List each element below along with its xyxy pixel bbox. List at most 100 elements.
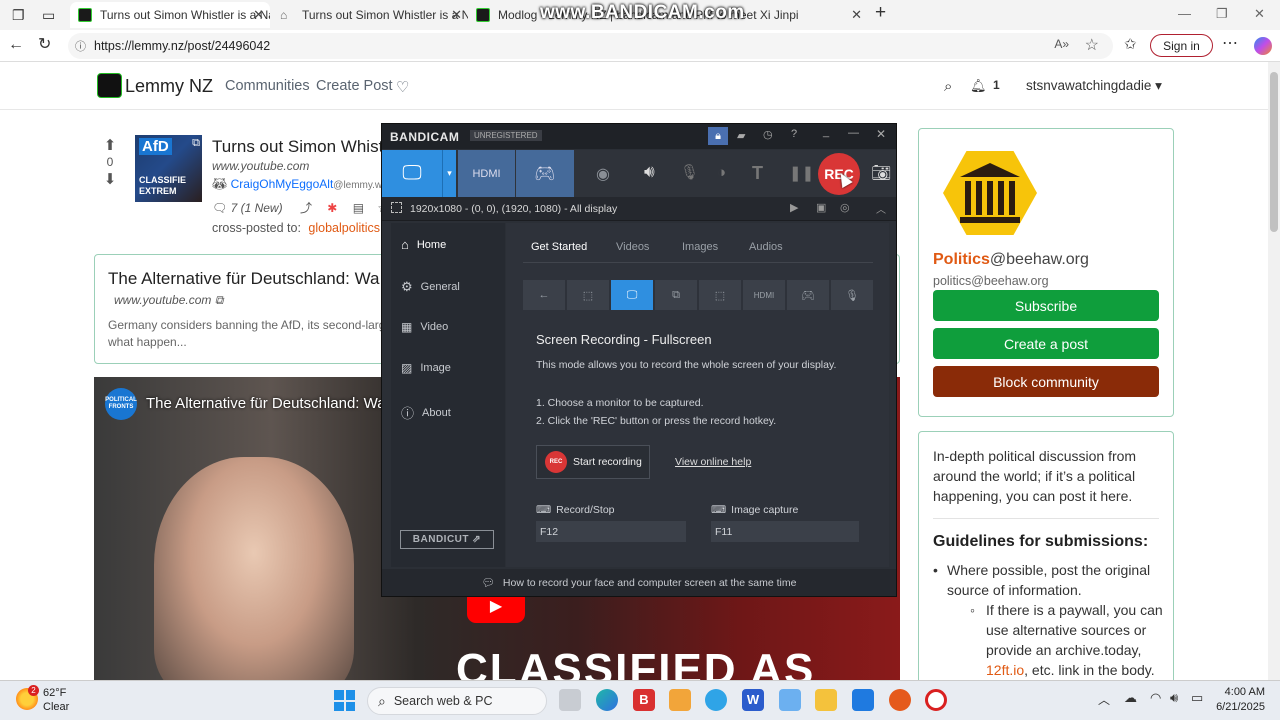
notification-bell-icon[interactable]: 🔔︎ bbox=[970, 78, 987, 94]
weather-temp[interactable]: 62°F bbox=[43, 687, 66, 699]
back-arrow-icon[interactable]: ← bbox=[523, 280, 565, 310]
menu-video[interactable]: ▦ Video bbox=[401, 320, 448, 334]
embed-title[interactable]: The Alternative für Deutschland: Wa bbox=[108, 269, 380, 289]
browser-tab-1[interactable]: Turns out Simon Whistler is a Naz ✕ bbox=[70, 2, 270, 28]
bandicam-titlebar[interactable]: BANDICAM UNREGISTERED 🔒︎ ▰ ◷ ? _ — ✕ bbox=[382, 124, 896, 149]
speaker-icon[interactable]: 🔊︎ bbox=[644, 162, 655, 182]
tab-images[interactable]: Images bbox=[682, 241, 718, 253]
minimize-icon[interactable]: — bbox=[1178, 6, 1191, 22]
lock-icon[interactable]: 🔒︎ bbox=[708, 127, 728, 145]
menu-home[interactable]: ⌂ Home bbox=[401, 237, 446, 252]
source-icon[interactable]: ▤ bbox=[353, 201, 364, 215]
globe-app-icon[interactable] bbox=[705, 689, 727, 711]
post-domain[interactable]: www.youtube.com bbox=[212, 159, 309, 173]
nav-create-post[interactable]: Create Post bbox=[316, 78, 393, 94]
task-view-icon[interactable] bbox=[559, 689, 581, 711]
close-icon[interactable]: ✕ bbox=[253, 7, 264, 23]
document-app-icon[interactable] bbox=[852, 689, 874, 711]
url-field[interactable]: ⓘ https://lemmy.nz/post/24496042 A» ☆ bbox=[68, 33, 1113, 59]
audio-icon[interactable]: ◎ bbox=[840, 201, 850, 214]
record-stop-hotkey[interactable]: F12 bbox=[536, 521, 686, 542]
downvote-icon[interactable]: ⬇︎ bbox=[100, 170, 120, 188]
pause-icon[interactable]: ❚❚ bbox=[789, 164, 814, 182]
site-name[interactable]: Lemmy NZ bbox=[125, 76, 213, 97]
refresh-icon[interactable]: ↻ bbox=[38, 37, 51, 53]
search-icon[interactable]: ⌕ bbox=[944, 78, 952, 95]
audio-only-icon[interactable]: 🎙︎ bbox=[831, 280, 873, 310]
close-icon[interactable]: ✕ bbox=[851, 7, 862, 23]
notes-app-icon[interactable] bbox=[669, 689, 691, 711]
collapse-chevron-icon[interactable]: ︿ bbox=[876, 201, 886, 216]
share-icon[interactable]: ⤴ bbox=[300, 201, 312, 215]
hdmi-mode-icon[interactable]: HDMI bbox=[458, 150, 515, 197]
sign-in-button[interactable]: Sign in bbox=[1150, 34, 1213, 57]
channel-avatar[interactable]: POLITICAL FRONTS bbox=[105, 388, 137, 420]
fediverse-icon[interactable]: ✱ bbox=[327, 201, 337, 215]
webcam-icon[interactable]: ◉ bbox=[596, 164, 610, 184]
fullscreen-mode-icon[interactable]: 🖵︎ bbox=[611, 280, 653, 310]
video-title[interactable]: The Alternative für Deutschland: Wa bbox=[146, 395, 386, 412]
recording-app-icon[interactable] bbox=[925, 689, 947, 711]
favorite-star-icon[interactable]: ☆ bbox=[1085, 35, 1099, 55]
notepad-app-icon[interactable] bbox=[779, 689, 801, 711]
read-aloud-icon[interactable]: A» bbox=[1054, 37, 1069, 51]
region-select-icon[interactable] bbox=[391, 202, 402, 213]
tray-chevron-icon[interactable]: ︿ bbox=[1098, 691, 1110, 708]
nav-communities[interactable]: Communities bbox=[225, 78, 310, 94]
gamepad-icon[interactable]: 🎮︎ bbox=[787, 280, 829, 310]
lemmy-logo-icon[interactable] bbox=[97, 73, 122, 98]
close-window-icon[interactable]: ✕ bbox=[1254, 6, 1265, 22]
more-menu-icon[interactable]: ⋯ bbox=[1222, 36, 1238, 52]
microphone-icon[interactable]: 🎙︎ bbox=[680, 163, 699, 181]
create-post-button[interactable]: Create a post bbox=[933, 328, 1159, 359]
tab-videos[interactable]: Videos bbox=[616, 241, 649, 253]
clock-date[interactable]: 6/21/2025 bbox=[1212, 701, 1265, 713]
close-icon[interactable]: ✕ bbox=[876, 127, 886, 141]
rect-region-icon[interactable]: ⬚ bbox=[567, 280, 609, 310]
minimize-icon[interactable]: — bbox=[848, 127, 859, 139]
scrollbar-thumb[interactable] bbox=[1270, 72, 1278, 232]
clock-icon[interactable]: ◷ bbox=[763, 128, 773, 141]
help-icon[interactable]: ? bbox=[791, 128, 797, 140]
taskbar-search[interactable]: ⌕ Search web & PC bbox=[367, 687, 547, 715]
guideline-link[interactable]: 12ft.io bbox=[986, 662, 1024, 678]
page-scrollbar[interactable] bbox=[1268, 62, 1280, 680]
hdmi-icon[interactable]: HDMI bbox=[743, 280, 785, 310]
block-community-button[interactable]: Block community bbox=[933, 366, 1159, 397]
donate-heart-icon[interactable]: ♡ bbox=[396, 78, 409, 96]
collapse-icon[interactable]: _ bbox=[823, 126, 829, 138]
folder-icon[interactable]: ▰ bbox=[737, 129, 745, 142]
view-online-help-link[interactable]: View online help bbox=[675, 456, 751, 468]
menu-image[interactable]: ▨ Image bbox=[401, 361, 451, 375]
camera-capture-icon[interactable]: 📷︎ bbox=[871, 163, 891, 183]
user-menu[interactable]: stsnvawatchingdadie ▾ bbox=[1026, 78, 1162, 94]
upvote-icon[interactable]: ⬆︎ bbox=[100, 136, 120, 154]
word-app-icon[interactable]: W bbox=[742, 689, 764, 711]
site-info-icon[interactable]: ⓘ bbox=[75, 38, 86, 54]
comments-icon[interactable]: 🗨︎ bbox=[212, 201, 227, 215]
image-capture-hotkey[interactable]: F11 bbox=[711, 521, 859, 542]
weather-condition[interactable]: Clear bbox=[43, 701, 69, 713]
mic-mute-icon[interactable]: ◑ bbox=[717, 164, 726, 181]
battery-icon[interactable]: ▭ bbox=[1191, 690, 1203, 706]
clock-time[interactable]: 4:00 AM bbox=[1215, 686, 1265, 698]
bandicam-app-icon[interactable]: B bbox=[633, 689, 655, 711]
window-lock-icon[interactable]: ⧉ bbox=[655, 280, 697, 310]
menu-about[interactable]: ⓘ About bbox=[401, 403, 451, 422]
back-icon[interactable]: ← bbox=[8, 37, 24, 53]
volume-icon[interactable]: 🔊︎ bbox=[1170, 690, 1178, 706]
file-explorer-icon[interactable] bbox=[815, 689, 837, 711]
notification-count[interactable]: 1 bbox=[993, 78, 1000, 92]
mouse-region-icon[interactable]: ⬚ bbox=[699, 280, 741, 310]
copilot-icon[interactable] bbox=[1254, 37, 1272, 55]
new-tab-icon[interactable]: + bbox=[875, 3, 886, 22]
screen-mode-icon[interactable]: 🖵︎ bbox=[382, 150, 442, 197]
embed-domain-line[interactable]: www.youtube.com ⧉ bbox=[114, 293, 223, 308]
tab-get-started[interactable]: Get Started bbox=[531, 241, 587, 253]
comment-count[interactable]: 7 (1 New) bbox=[231, 201, 283, 215]
bandicam-footer[interactable]: 💬︎ How to record your face and computer … bbox=[382, 569, 896, 596]
edge-browser-icon[interactable] bbox=[596, 689, 618, 711]
browser-tab-2[interactable]: ⌂ Turns out Simon Whistler is a Naz ✕ bbox=[272, 2, 468, 28]
subscribe-button[interactable]: Subscribe bbox=[933, 290, 1159, 321]
start-recording-button[interactable]: REC Start recording bbox=[536, 445, 650, 479]
